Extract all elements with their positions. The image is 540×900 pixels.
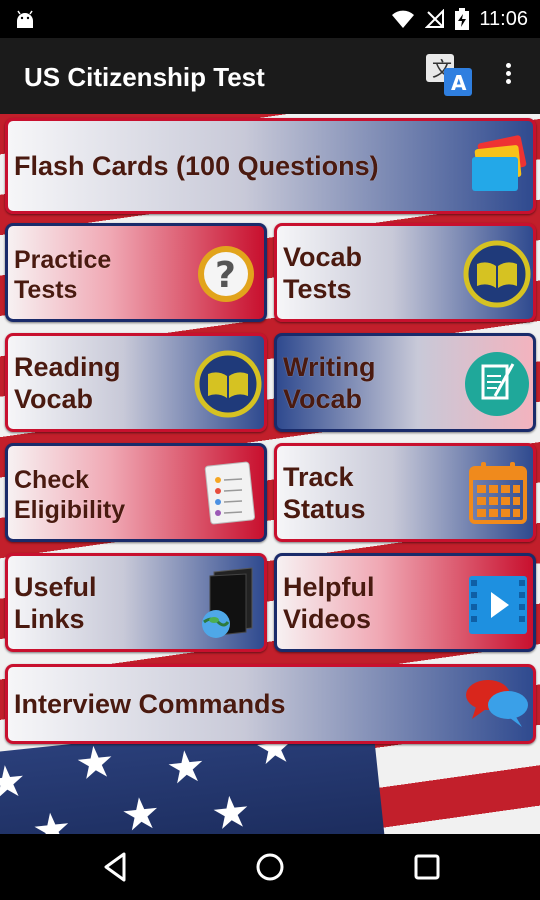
practice-tests-button[interactable]: Practice Tests ? [5,223,267,322]
question-mark-icon: ? [198,246,254,302]
check-eligibility-label: Check Eligibility [14,466,126,524]
vocab-tests-button[interactable]: Vocab Tests [274,223,536,322]
book-icon [463,240,531,308]
writing-icon [465,352,529,416]
navigation-bar [0,834,540,900]
recents-icon[interactable] [410,850,444,884]
helpful-videos-button[interactable]: Helpful Videos [274,553,536,652]
status-time: 11:06 [479,7,528,30]
no-signal-icon [425,9,445,28]
overflow-menu-icon[interactable] [496,60,520,92]
interview-commands-button[interactable]: Interview Commands [5,664,536,744]
video-play-icon [469,576,527,634]
flash-cards-button[interactable]: Flash Cards (100 Questions) [5,118,536,214]
track-status-button[interactable]: Track Status [274,443,536,542]
battery-charging-icon [455,8,470,30]
vocab-tests-label: Vocab Tests [283,242,363,304]
calendar-icon [469,462,527,524]
home-icon[interactable] [253,850,287,884]
reading-vocab-button[interactable]: Reading Vocab [5,333,267,432]
practice-tests-label: Practice Tests [14,246,112,304]
helpful-videos-label: Helpful Videos [283,572,375,634]
svg-text:?: ? [215,255,236,296]
globe-folder-icon [202,567,253,638]
writing-vocab-label: Writing Vocab [283,352,376,414]
wifi-icon [392,10,415,28]
check-eligibility-button[interactable]: Check Eligibility [5,443,267,542]
chat-bubbles-icon [466,680,528,727]
status-bar: 11:06 [0,0,540,38]
useful-links-button[interactable]: Useful Links [5,553,267,652]
useful-links-label: Useful Links [14,572,97,634]
back-icon[interactable] [98,850,132,884]
checklist-icon [204,461,256,525]
home-grid: ★ ★ ★ ★ ★ ★ ★ Flash Cards (100 Questions… [0,114,540,834]
app-title: US Citizenship Test [24,62,265,92]
interview-commands-label: Interview Commands [14,689,286,719]
app-bar: US Citizenship Test 文 A [0,38,540,114]
flash-cards-icon [472,135,527,191]
flash-cards-label: Flash Cards (100 Questions) [14,151,379,181]
translate-icon[interactable]: 文 A [424,52,474,98]
android-icon [17,10,33,28]
svg-text:A: A [451,71,467,95]
track-status-label: Track Status [283,462,366,524]
writing-vocab-button[interactable]: Writing Vocab [274,333,536,432]
book-icon [194,350,262,418]
reading-vocab-label: Reading Vocab [14,352,121,414]
